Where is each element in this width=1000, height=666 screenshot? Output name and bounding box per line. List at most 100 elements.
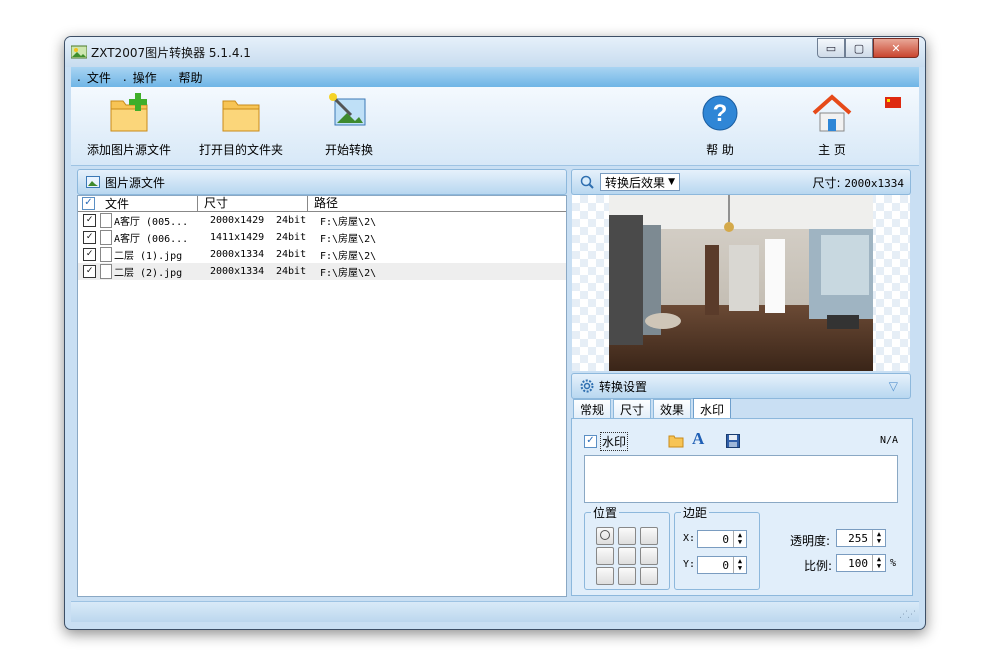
start-convert-label: 开始转换: [324, 143, 373, 157]
close-button[interactable]: ✕: [873, 38, 919, 58]
margin-x-value: 0: [722, 532, 729, 546]
preview-mode-select[interactable]: 转换后效果 ▼: [600, 173, 680, 191]
position-center[interactable]: [618, 547, 636, 565]
gear-icon: [580, 379, 594, 393]
menu-file[interactable]: 文件: [81, 69, 117, 86]
opacity-value: 255: [848, 531, 868, 545]
position-middle-right[interactable]: [640, 547, 658, 565]
table-row[interactable]: ✓ 二层 (2).jpg 2000x1334 24bit F:\房屋\2\: [78, 263, 566, 280]
help-button[interactable]: ? 帮 助: [693, 91, 747, 158]
watermark-na: N/A: [879, 435, 898, 446]
column-path[interactable]: 路径: [308, 196, 566, 211]
resize-grip-icon[interactable]: ⋰⋰: [899, 610, 916, 620]
font-icon[interactable]: A: [692, 429, 704, 449]
position-bottom-left[interactable]: [596, 567, 614, 585]
open-dest-label: 打开目的文件夹: [198, 143, 283, 157]
column-file[interactable]: ✓ 文件: [78, 196, 198, 211]
tab-effect[interactable]: 效果: [653, 399, 692, 419]
margin-title: 边距: [681, 504, 710, 521]
start-convert-button[interactable]: 开始转换: [315, 91, 383, 158]
save-icon[interactable]: [726, 434, 740, 448]
watermark-label: 水印: [600, 432, 629, 451]
svg-text:?: ?: [713, 100, 728, 127]
tab-general[interactable]: 常规: [573, 399, 612, 419]
settings-tabs: 常规 尺寸 效果 水印: [573, 398, 733, 419]
row-checkbox[interactable]: ✓: [83, 214, 96, 227]
preview-header: 转换后效果 ▼ 尺寸: 2000x1334: [571, 169, 911, 195]
tab-watermark[interactable]: 水印: [693, 398, 732, 419]
margin-y-value: 0: [722, 558, 729, 572]
row-checkbox[interactable]: ✓: [83, 265, 96, 278]
open-dest-button[interactable]: 打开目的文件夹: [195, 91, 287, 158]
preview-image: [609, 195, 873, 371]
add-source-label: 添加图片源文件: [86, 143, 171, 157]
position-middle-left[interactable]: [596, 547, 614, 565]
row-file-name: 二层 (1).jpg: [114, 251, 183, 262]
magic-wand-icon: [329, 93, 366, 126]
menu-help[interactable]: 帮助: [173, 69, 209, 86]
watermark-text-input[interactable]: [584, 455, 898, 503]
file-list: ✓ 文件 尺寸 路径 ✓ A客厅 (005... 2000x1429 24bit F:\…: [77, 195, 567, 597]
column-size[interactable]: 尺寸: [198, 196, 308, 211]
opacity-spinner[interactable]: 255 ▲ ▼: [836, 529, 886, 547]
watermark-settings: ✓ 水印 A N/A 位置 边距 X: 0 ▲ ▼ Y: 0 ▲ ▼ 透明度: …: [571, 418, 913, 596]
row-path: F:\房屋\2\: [320, 234, 377, 245]
app-icon: [71, 45, 87, 59]
margin-x-spinner[interactable]: 0 ▲ ▼: [697, 530, 747, 548]
watermark-toggle[interactable]: ✓ 水印: [584, 432, 629, 451]
menu-operate[interactable]: 操作: [127, 69, 163, 86]
position-bottom-center[interactable]: [618, 567, 636, 585]
preview-size-label: 尺寸:: [812, 175, 841, 190]
title-bar[interactable]: ZXT2007图片转换器 5.1.4.1 ▭ ▢ ✕: [65, 37, 925, 67]
row-size: 1411x1429: [210, 232, 265, 243]
collapse-chevron-icon[interactable]: ▽: [889, 379, 898, 393]
row-path: F:\房屋\2\: [320, 251, 377, 262]
row-checkbox[interactable]: ✓: [83, 231, 96, 244]
position-bottom-right[interactable]: [640, 567, 658, 585]
settings-header[interactable]: 转换设置 ▽: [571, 373, 911, 399]
spin-arrows-icon[interactable]: ▲ ▼: [872, 555, 885, 571]
help-label: 帮 助: [706, 143, 734, 157]
spin-arrows-icon[interactable]: ▲ ▼: [733, 557, 746, 573]
source-panel-title: 图片源文件: [105, 175, 166, 190]
menu-bar: . 文件 . 操作 . 帮助: [71, 67, 919, 87]
file-icon: [100, 230, 112, 245]
status-bar: ⋰⋰: [71, 601, 919, 622]
file-icon: [100, 213, 112, 228]
list-header: ✓ 文件 尺寸 路径: [78, 196, 566, 212]
language-flag-icon[interactable]: [885, 97, 901, 108]
table-row[interactable]: ✓ A客厅 (005... 2000x1429 24bit F:\房屋\2\: [78, 212, 566, 229]
select-all-checkbox[interactable]: ✓: [82, 197, 95, 210]
row-file-name: A客厅 (006...: [114, 234, 189, 245]
maximize-button[interactable]: ▢: [845, 38, 873, 58]
scale-label: 比例:: [804, 559, 833, 573]
app-window: ZXT2007图片转换器 5.1.4.1 ▭ ▢ ✕ . 文件 . 操作 . 帮助 添…: [64, 36, 926, 630]
spin-arrows-icon[interactable]: ▲ ▼: [733, 531, 746, 547]
open-folder-icon[interactable]: [668, 434, 684, 448]
row-depth: 24bit: [276, 266, 307, 277]
row-depth: 24bit: [276, 249, 307, 260]
position-top-right[interactable]: [640, 527, 658, 545]
home-button[interactable]: 主 页: [805, 91, 859, 158]
position-title: 位置: [591, 504, 620, 521]
file-rows: ✓ A客厅 (005... 2000x1429 24bit F:\房屋\2\ ✓ A客厅 (…: [78, 212, 566, 280]
scale-value: 100: [848, 556, 868, 570]
image-icon: [86, 176, 100, 188]
position-top-left[interactable]: [596, 527, 614, 545]
add-source-button[interactable]: 添加图片源文件: [85, 91, 173, 158]
row-file-name: A客厅 (005...: [114, 217, 189, 228]
row-checkbox[interactable]: ✓: [83, 248, 96, 261]
preview-area: [572, 195, 910, 371]
toolbar: 添加图片源文件 打开目的文件夹 开始转换 ? 帮 助 主 页: [71, 87, 919, 166]
tab-size[interactable]: 尺寸: [613, 399, 652, 419]
scale-spinner[interactable]: 100 ▲ ▼: [836, 554, 886, 572]
row-file-name: 二层 (2).jpg: [114, 268, 183, 279]
table-row[interactable]: ✓ 二层 (1).jpg 2000x1334 24bit F:\房屋\2\: [78, 246, 566, 263]
table-row[interactable]: ✓ A客厅 (006... 1411x1429 24bit F:\房屋\2\: [78, 229, 566, 246]
watermark-checkbox[interactable]: ✓: [584, 435, 597, 448]
position-top-center[interactable]: [618, 527, 636, 545]
file-icon: [100, 247, 112, 262]
minimize-button[interactable]: ▭: [817, 38, 845, 58]
spin-arrows-icon[interactable]: ▲ ▼: [872, 530, 885, 546]
margin-y-spinner[interactable]: 0 ▲ ▼: [697, 556, 747, 574]
